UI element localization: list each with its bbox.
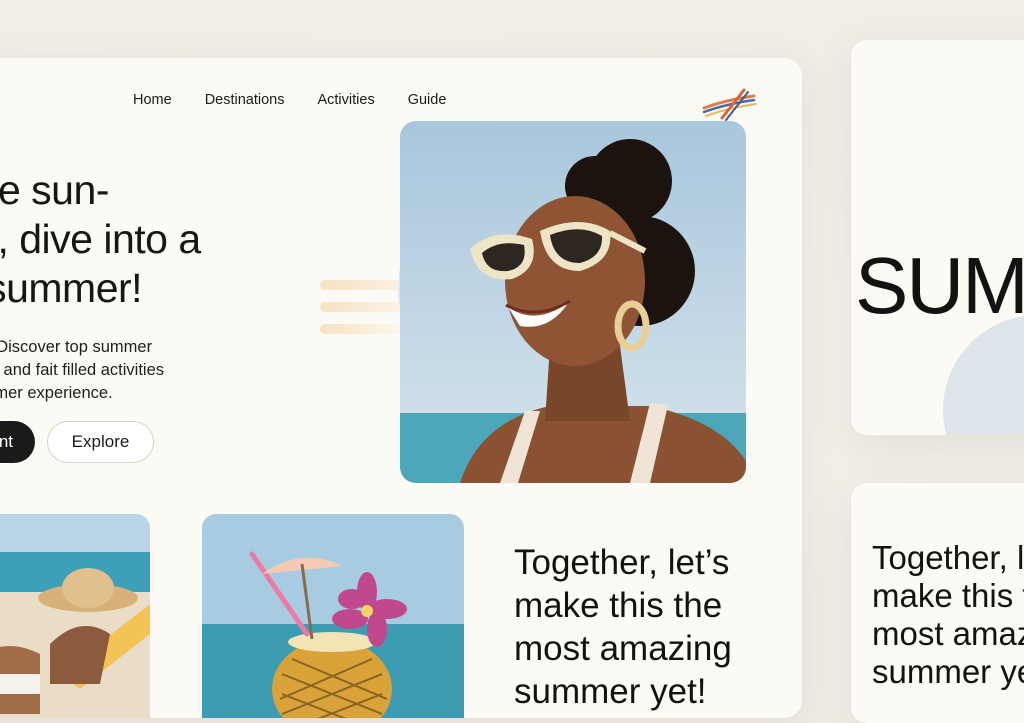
pineapple-cocktail-photo bbox=[202, 514, 464, 718]
sum-heading: SUM bbox=[855, 241, 1024, 330]
hero-title-line: kers, dive into a bbox=[0, 216, 201, 262]
tagline-line: most amazing bbox=[514, 629, 732, 668]
together-card-line: Together, l bbox=[872, 539, 1024, 576]
together-card-line: most amaz bbox=[872, 615, 1024, 652]
beach-image bbox=[0, 514, 150, 718]
hero-description: centure: Discover top summer s friends, … bbox=[0, 336, 272, 405]
together-card-line: summer ye bbox=[872, 653, 1024, 690]
nav-destinations[interactable]: Destinations bbox=[205, 92, 285, 108]
hero-description-line: centure: Discover top summer bbox=[0, 338, 153, 356]
together-card-line: make this t bbox=[872, 577, 1024, 614]
hero-image bbox=[400, 121, 746, 483]
tagline-line: make this the bbox=[514, 586, 723, 625]
nav-guide[interactable]: Guide bbox=[408, 92, 447, 108]
nav-activities[interactable]: Activities bbox=[317, 92, 374, 108]
together-card: Together, l make this t most amaz summer… bbox=[851, 483, 1024, 723]
nav-home[interactable]: Home bbox=[133, 92, 172, 108]
beach-lounger-photo bbox=[0, 514, 150, 718]
explore-button[interactable]: Explore bbox=[47, 421, 154, 463]
hero-title-line: come sun- bbox=[0, 167, 109, 213]
sum-blob bbox=[943, 315, 1024, 435]
together-card-text: Together, l make this t most amaz summer… bbox=[872, 539, 1024, 691]
tagline-line: Together, let’s bbox=[514, 543, 730, 582]
hero-title: come sun- kers, dive into a ect summer! bbox=[0, 166, 322, 313]
summer-card: SUM bbox=[851, 40, 1024, 435]
get-started-button[interactable]: nt bbox=[0, 421, 35, 463]
hero-description-line: s friends, and fait filled activities bbox=[0, 361, 165, 379]
top-nav: Home Destinations Activities Guide bbox=[133, 92, 446, 108]
logo-icon[interactable] bbox=[698, 78, 762, 122]
woman-sunglasses-photo bbox=[400, 121, 746, 483]
drink-image bbox=[202, 514, 464, 718]
tagline-line: summer yet! bbox=[514, 672, 707, 711]
tagline: Together, let’s make this the most amazi… bbox=[514, 541, 802, 713]
main-card: Home Destinations Activities Guide come … bbox=[0, 58, 802, 718]
hero-title-line: ect summer! bbox=[0, 265, 143, 311]
hero-description-line: late summer experience. bbox=[0, 384, 113, 402]
